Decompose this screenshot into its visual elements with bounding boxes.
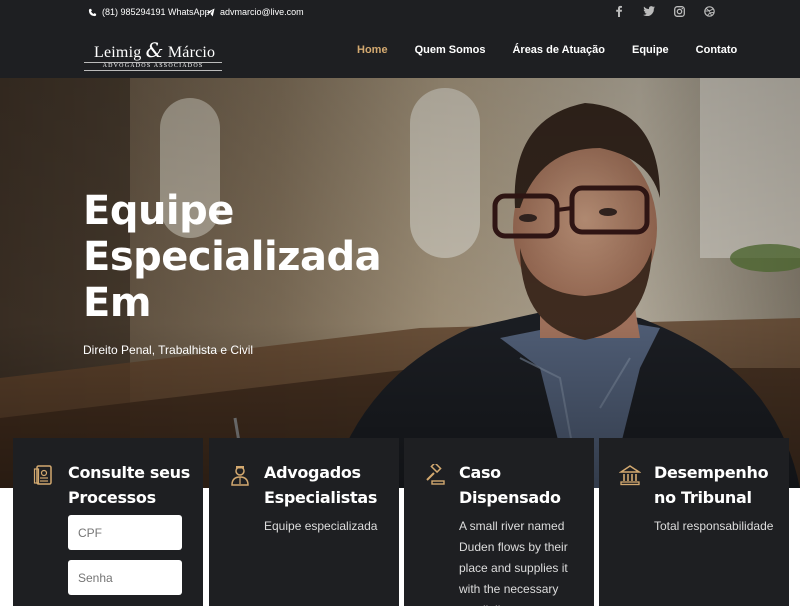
phone-contact[interactable]: (81) 985294191 WhatsApp (88, 7, 210, 17)
gavel-icon (426, 464, 445, 485)
social-links (612, 4, 716, 18)
senha-input[interactable] (68, 560, 182, 595)
nav-quem-somos[interactable]: Quem Somos (415, 44, 486, 56)
navbar: Leimig & Márcio ADVOGADOS ASSOCIADOS Hom… (0, 26, 800, 78)
logo-ampersand: & (145, 38, 164, 62)
hero-title-line-2: Especializada (83, 234, 382, 280)
hero-subtitle: Direito Penal, Trabalhista e Civil (83, 343, 254, 357)
cpf-input[interactable] (68, 515, 182, 550)
card-text: Equipe especializada (264, 519, 378, 533)
card-caso-dispensado: Caso Dispensado A small river named Dude… (404, 438, 594, 606)
logo-name-right: Márcio (167, 44, 216, 61)
logo-name-left: Leimig (94, 44, 142, 61)
nav-home[interactable]: Home (357, 44, 388, 56)
logo[interactable]: Leimig & Márcio ADVOGADOS ASSOCIADOS (84, 34, 224, 72)
nav-areas-de-atuacao[interactable]: Áreas de Atuação (512, 44, 605, 56)
document-icon (33, 465, 52, 485)
card-title: Desempenho no Tribunal (654, 463, 769, 507)
nav-contato[interactable]: Contato (696, 44, 738, 56)
card-title: Caso Dispensado (459, 463, 561, 507)
card-advogados-especialistas: Advogados Especialistas Equipe especiali… (209, 438, 399, 606)
phone-text: (81) 985294191 WhatsApp (102, 7, 210, 17)
card-consulte-processos: Consulte seus Processos (13, 438, 203, 606)
top-bar: (81) 985294191 WhatsApp advmarcio@live.c… (0, 0, 800, 26)
paper-plane-icon (206, 7, 215, 17)
instagram-icon[interactable] (672, 4, 686, 18)
facebook-icon[interactable] (612, 4, 626, 18)
card-text: Total responsabilidade (654, 519, 774, 533)
phone-icon (88, 8, 97, 16)
page: (81) 985294191 WhatsApp advmarcio@live.c… (0, 0, 800, 606)
card-text: A small river named Duden flows by their… (459, 519, 568, 606)
logo-tagline: ADVOGADOS ASSOCIADOS (84, 62, 222, 71)
twitter-icon[interactable] (642, 4, 656, 18)
hero-title-line-3: Em (83, 280, 152, 326)
card-desempenho-tribunal: Desempenho no Tribunal Total responsabil… (599, 438, 789, 606)
email-text: advmarcio@live.com (220, 7, 304, 17)
lawyer-icon (231, 466, 249, 486)
dribbble-icon[interactable] (702, 4, 716, 18)
main-menu: Home Quem Somos Áreas de Atuação Equipe … (357, 44, 737, 56)
nav-equipe[interactable]: Equipe (632, 44, 669, 56)
hero-title: Equipe Especializada Em (83, 188, 382, 326)
courthouse-icon (619, 465, 641, 486)
logo-name: Leimig & Márcio (94, 38, 215, 62)
email-contact[interactable]: advmarcio@live.com (206, 7, 304, 17)
card-title: Consulte seus Processos (68, 463, 190, 507)
card-title: Advogados Especialistas (264, 463, 378, 507)
hero-banner: Equipe Especializada Em Direito Penal, T… (0, 78, 800, 488)
hero-title-line-1: Equipe (83, 188, 234, 234)
